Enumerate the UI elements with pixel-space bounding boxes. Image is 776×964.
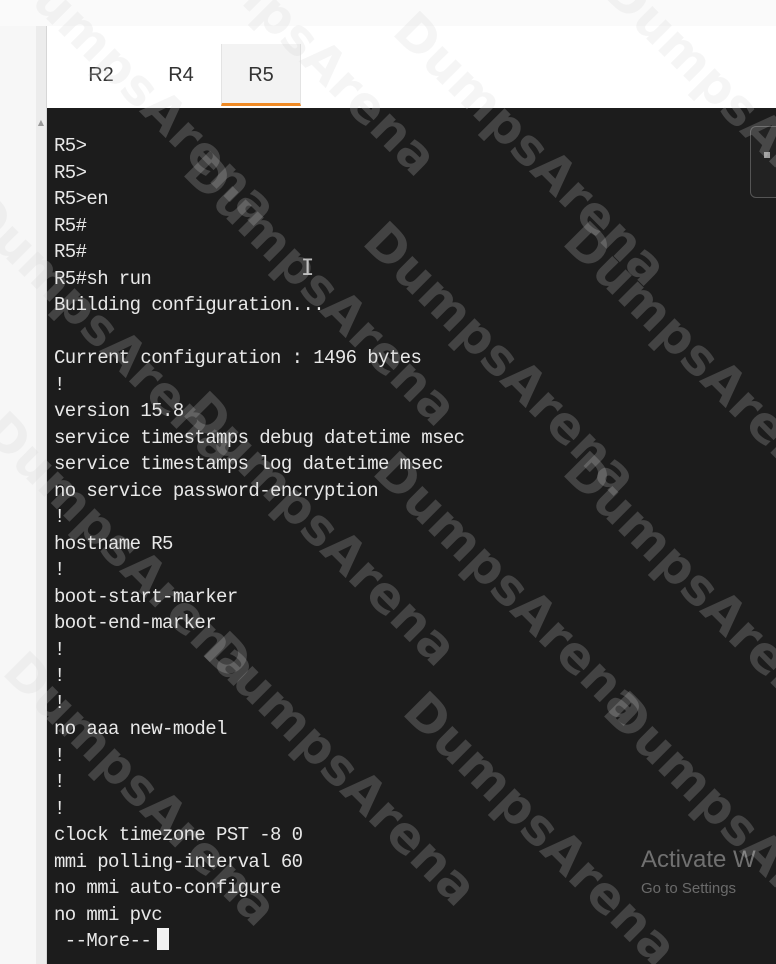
scroll-up-arrow-icon[interactable]: ▲	[36, 118, 46, 128]
terminal-line: boot-end-marker	[54, 612, 217, 634]
terminal-line: hostname R5	[54, 532, 173, 555]
left-gutter	[0, 26, 36, 964]
terminal-line: !	[54, 797, 65, 820]
terminal-line: no mmi auto-configure	[54, 877, 281, 899]
terminal-line: service timestamps debug datetime msec	[54, 426, 465, 449]
terminal-line: !	[54, 665, 65, 687]
app-window: ▲ R2 R4 R5 I R5> R5> R5>en R5# R5# R5#sh run B…	[0, 0, 776, 964]
tab-r4[interactable]: R4	[151, 44, 211, 106]
terminal-line: clock timezone PST -8 0	[54, 824, 303, 846]
more-prompt: --More--	[54, 930, 152, 952]
more-prompt-row: --More--	[54, 928, 464, 955]
terminal-line: R5>en	[54, 188, 109, 210]
terminal-line: !	[54, 691, 65, 714]
console-corner-button[interactable]	[750, 126, 776, 198]
terminal-line: no service password-encryption	[54, 479, 379, 502]
terminal-line: version 15.8	[54, 400, 184, 422]
terminal-line: mmi polling-interval 60	[54, 850, 303, 873]
terminal-line: no aaa new-model	[54, 718, 227, 740]
activate-title: Activate W	[641, 846, 756, 873]
terminal-output: R5> R5> R5>en R5# R5# R5#sh run Building confi…	[54, 133, 465, 955]
vertical-scrollbar[interactable]: ▲	[36, 26, 47, 964]
window-top-strip	[0, 0, 776, 27]
terminal-line: R5#sh run	[54, 267, 152, 290]
terminal-line: !	[54, 559, 65, 581]
terminal-line: R5#	[54, 214, 87, 237]
terminal-line: R5>	[54, 135, 87, 157]
tab-r5[interactable]: R5	[221, 44, 301, 106]
terminal-line: boot-start-marker	[54, 585, 238, 608]
terminal-line: !	[54, 638, 65, 661]
terminal-line: R5>	[54, 161, 87, 184]
terminal-line: R5#	[54, 241, 87, 263]
activate-subtitle: Go to Settings	[641, 880, 737, 897]
terminal-console[interactable]: I R5> R5> R5>en R5# R5# R5#sh run Building con…	[47, 108, 776, 964]
terminal-line: !	[54, 506, 65, 528]
activate-windows-notice: Activate W Go to Settings	[641, 846, 756, 897]
session-tabbar: R2 R4 R5	[47, 26, 776, 109]
tab-r2[interactable]: R2	[71, 44, 131, 106]
terminal-line: service timestamps log datetime msec	[54, 453, 443, 475]
terminal-line: no mmi pvc	[54, 903, 163, 926]
terminal-line: !	[54, 744, 65, 767]
terminal-line: Current configuration : 1496 bytes	[54, 347, 422, 369]
terminal-line: !	[54, 771, 65, 793]
terminal-line: Building configuration...	[54, 294, 325, 316]
block-cursor	[157, 928, 170, 950]
corner-dot-icon	[764, 152, 770, 158]
terminal-line: !	[54, 373, 65, 396]
